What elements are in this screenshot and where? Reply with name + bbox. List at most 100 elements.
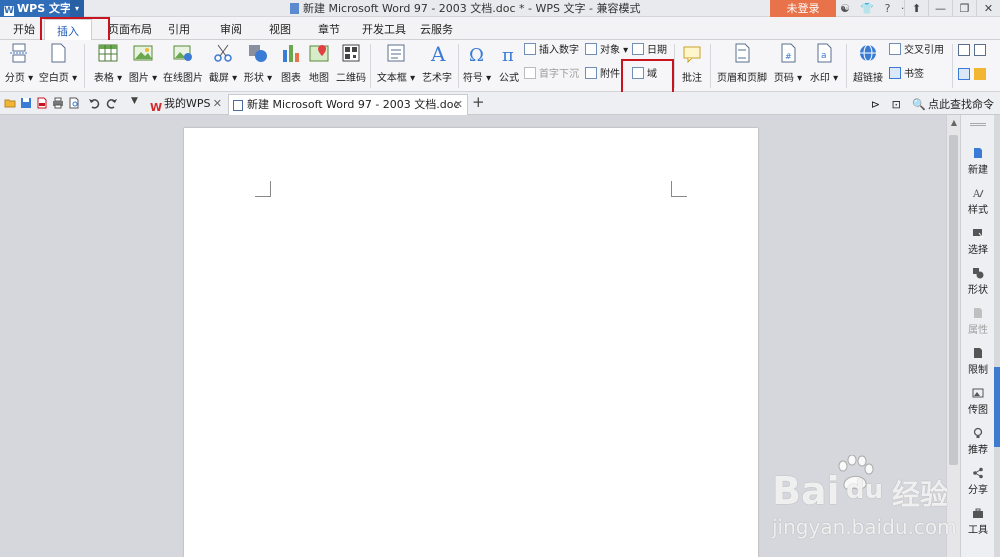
- redo-icon[interactable]: [106, 97, 118, 109]
- chart-button[interactable]: 图表: [278, 42, 304, 84]
- ribbon-separator: [952, 44, 953, 88]
- sidepanel-item-share[interactable]: 分享: [961, 467, 995, 496]
- wordart-button[interactable]: A 艺术字: [420, 42, 454, 84]
- scrollbar-thumb[interactable]: [949, 135, 958, 465]
- sidepanel-item-styles[interactable]: A 样式: [961, 187, 995, 216]
- print-preview-icon[interactable]: [68, 97, 80, 109]
- shapes-button[interactable]: 形状 ▾: [243, 42, 273, 84]
- tab-section[interactable]: 章节: [318, 21, 340, 37]
- quick-access-menu-chevron-icon[interactable]: ▼: [131, 96, 138, 106]
- skin-icon[interactable]: ☯: [840, 0, 850, 17]
- new-tab-button[interactable]: +: [472, 93, 485, 111]
- sidepanel-item-select[interactable]: 选择: [961, 227, 995, 256]
- bookmark-button[interactable]: 书签: [889, 67, 924, 83]
- search-icon[interactable]: 🔍: [912, 98, 926, 111]
- app-menu-button[interactable]: W WPS 文字 ▾: [0, 0, 84, 17]
- object-button[interactable]: 对象 ▾: [585, 43, 628, 59]
- blank-page-button[interactable]: 空白页 ▾: [38, 42, 78, 84]
- find-command-field[interactable]: 点此查找命令: [928, 98, 994, 111]
- tab-review[interactable]: 审阅: [220, 21, 242, 37]
- arrange-icon[interactable]: ⊡: [892, 98, 901, 111]
- svg-text:Ω: Ω: [469, 45, 484, 64]
- page-break-button[interactable]: 分页 ▾: [4, 42, 34, 84]
- tab-home[interactable]: 开始: [13, 21, 35, 37]
- save-icon[interactable]: [20, 97, 32, 109]
- qrcode-button[interactable]: 二维码: [335, 42, 367, 84]
- vertical-scrollbar[interactable]: ▲: [946, 115, 960, 557]
- drop-cap-button[interactable]: 首字下沉: [524, 67, 579, 83]
- attachment-button[interactable]: 附件: [585, 67, 620, 83]
- login-button[interactable]: 未登录: [770, 0, 836, 17]
- ribbon-toolbar: 分页 ▾ 空白页 ▾ 表格 ▾ 图片 ▾ 在线图片 截屏 ▾ 形状 ▾ 图表 地…: [0, 40, 1000, 92]
- tab-page-layout[interactable]: 页面布局: [108, 21, 152, 37]
- hyperlink-label: 超链接: [853, 73, 883, 84]
- sidepanel-item-new[interactable]: 新建: [961, 147, 995, 176]
- picture-button[interactable]: 图片 ▾: [128, 42, 158, 84]
- comment-label: 批注: [682, 73, 702, 84]
- sidepanel-item-tools[interactable]: 工具: [961, 507, 995, 536]
- online-picture-label: 在线图片: [163, 73, 203, 84]
- sidepanel-item-shapes[interactable]: 形状: [961, 267, 995, 296]
- sidepanel-item-recommend[interactable]: 推荐: [961, 427, 995, 456]
- ribbon-extra-icon-3[interactable]: [958, 68, 970, 80]
- scroll-up-arrow-icon[interactable]: ▲: [949, 118, 959, 128]
- online-picture-button[interactable]: 在线图片: [162, 42, 204, 84]
- ribbon-extra-icon-1[interactable]: [958, 44, 970, 56]
- page-break-label: 分页 ▾: [4, 73, 34, 84]
- table-button[interactable]: 表格 ▾: [92, 42, 124, 84]
- tab-view[interactable]: 视图: [269, 21, 291, 37]
- cross-reference-button[interactable]: 交叉引用: [889, 43, 944, 59]
- upload-icon[interactable]: ⬆: [904, 0, 928, 17]
- header-footer-button[interactable]: 页眉和页脚: [716, 42, 768, 84]
- tab-my-wps[interactable]: W 我的WPS ✕: [146, 94, 226, 115]
- hyperlink-button[interactable]: 超链接: [852, 42, 884, 84]
- panel-toggle-tab[interactable]: [994, 367, 1000, 447]
- bookmark-label: 书签: [904, 69, 924, 80]
- screenshot-label: 截屏 ▾: [208, 73, 238, 84]
- tab-bar-right-tools: ⊳ ⊡ 🔍 点此查找命令: [863, 96, 994, 112]
- tab-current-document[interactable]: 新建 Microsoft Word 97 - 2003 文档.doc * ✕: [228, 94, 468, 130]
- calendar-icon: [632, 43, 644, 55]
- document-tab-bar: ▼ W 我的WPS ✕ 新建 Microsoft Word 97 - 2003 …: [0, 92, 1000, 130]
- tab-cloud[interactable]: 云服务: [420, 21, 453, 37]
- close-tab-icon[interactable]: ✕: [454, 95, 463, 114]
- chevron-down-icon[interactable]: ▾: [70, 0, 84, 17]
- insert-number-button[interactable]: 插入数字: [524, 43, 579, 59]
- undo-icon[interactable]: [88, 97, 100, 109]
- date-button[interactable]: 日期: [632, 43, 667, 59]
- menu-bar: 开始 插入 页面布局 引用 审阅 视图 章节 开发工具 云服务: [0, 17, 1000, 41]
- formula-button[interactable]: π 公式: [496, 42, 522, 84]
- wps-logo-icon: W: [4, 6, 14, 16]
- screenshot-button[interactable]: 截屏 ▾: [208, 42, 238, 84]
- tab-references[interactable]: 引用: [168, 21, 190, 37]
- ribbon-extra-icon-2[interactable]: [974, 44, 986, 56]
- ribbon-extra-icon-4[interactable]: [974, 68, 986, 80]
- help-icon[interactable]: ?: [885, 0, 891, 17]
- sidepanel-item-properties[interactable]: 属性: [961, 307, 995, 336]
- tab-developer[interactable]: 开发工具: [362, 21, 406, 37]
- print-icon[interactable]: [52, 97, 64, 109]
- sidepanel-item-upload-image[interactable]: 传图: [961, 387, 995, 416]
- page-number-button[interactable]: # 页码 ▾: [772, 42, 804, 84]
- map-icon: [309, 45, 329, 62]
- sidepanel-item-restrict[interactable]: 限制: [961, 347, 995, 376]
- properties-icon: [974, 308, 982, 318]
- comment-button[interactable]: 批注: [678, 42, 706, 84]
- watermark-button[interactable]: a 水印 ▾: [808, 42, 840, 84]
- format-icon[interactable]: ⊳: [871, 98, 880, 111]
- textbox-button[interactable]: 文本框 ▾: [376, 42, 416, 84]
- shirt-icon[interactable]: 👕: [860, 0, 874, 17]
- close-tab-icon[interactable]: ✕: [213, 94, 222, 113]
- export-pdf-icon[interactable]: [36, 97, 48, 109]
- watermark-icon: a: [817, 43, 832, 63]
- wordart-icon: A: [430, 42, 446, 64]
- map-button[interactable]: 地图: [306, 42, 332, 84]
- symbol-button[interactable]: Ω 符号 ▾: [462, 42, 492, 84]
- open-folder-icon[interactable]: [4, 97, 16, 109]
- document-icon: [233, 100, 243, 111]
- document-page[interactable]: [184, 128, 758, 557]
- sidepanel-item-label: 传图: [968, 405, 988, 416]
- restore-button[interactable]: ❐: [952, 0, 976, 17]
- minimize-button[interactable]: —: [928, 0, 952, 17]
- close-button[interactable]: ✕: [976, 0, 1000, 17]
